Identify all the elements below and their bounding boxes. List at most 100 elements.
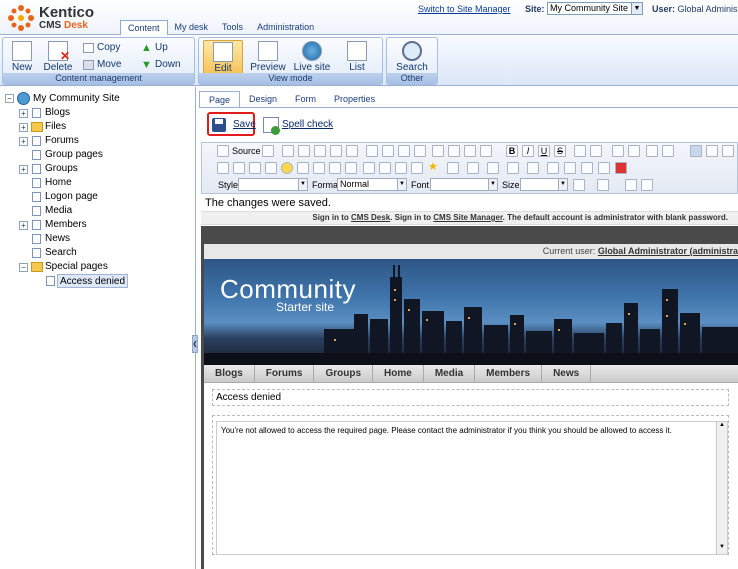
- chevron-down-icon[interactable]: ▼: [298, 179, 307, 190]
- scroll-down-icon[interactable]: ▼: [717, 544, 727, 554]
- tree-item[interactable]: Blogs: [45, 106, 70, 120]
- tree-root[interactable]: My Community Site: [33, 92, 120, 106]
- unlink-icon[interactable]: [395, 162, 407, 174]
- table-icon[interactable]: [249, 162, 261, 174]
- cms-desk-link[interactable]: CMS Desk: [351, 213, 390, 222]
- bidi-rtl-icon[interactable]: [598, 162, 610, 174]
- outdent-icon[interactable]: [646, 145, 658, 157]
- source-icon[interactable]: [217, 145, 229, 157]
- anchor-icon[interactable]: [411, 162, 423, 174]
- expand-icon[interactable]: +: [19, 165, 28, 174]
- superscript-icon[interactable]: [590, 145, 602, 157]
- undo-icon[interactable]: [398, 145, 410, 157]
- spellcheck-icon[interactable]: [382, 145, 394, 157]
- widget-icon[interactable]: [467, 162, 479, 174]
- bidi-ltr-icon[interactable]: [581, 162, 593, 174]
- show-blocks-icon[interactable]: [363, 162, 375, 174]
- style-select[interactable]: ▼: [238, 178, 308, 191]
- new-button[interactable]: New: [5, 40, 39, 74]
- paste-text-icon[interactable]: [330, 145, 342, 157]
- tree-item[interactable]: Media: [45, 204, 72, 218]
- tree-item[interactable]: Files: [45, 120, 66, 134]
- collapse-icon[interactable]: −: [5, 94, 14, 103]
- star-icon[interactable]: ★: [427, 162, 439, 174]
- select-all-icon[interactable]: [464, 145, 476, 157]
- print-icon[interactable]: [366, 145, 378, 157]
- tab-form[interactable]: Form: [286, 91, 325, 108]
- preview-doc-icon[interactable]: [262, 145, 274, 157]
- tab-administration[interactable]: Administration: [250, 20, 321, 35]
- tree-item[interactable]: Search: [45, 246, 77, 260]
- scroll-up-icon[interactable]: ▲: [717, 422, 727, 432]
- maximize-icon[interactable]: [547, 162, 559, 174]
- remove-format-icon[interactable]: [480, 145, 492, 157]
- insert-image-icon[interactable]: [217, 162, 229, 174]
- spell-check-label[interactable]: Spell check: [282, 119, 333, 130]
- format-select[interactable]: Normal ▼: [337, 178, 407, 191]
- bullet-list-icon[interactable]: [628, 145, 640, 157]
- site-manager-link[interactable]: CMS Site Manager: [433, 213, 502, 222]
- tab-my-desk[interactable]: My desk: [168, 20, 216, 35]
- link-icon[interactable]: [379, 162, 391, 174]
- special-char-icon[interactable]: [297, 162, 309, 174]
- align-right-icon[interactable]: [722, 145, 734, 157]
- source-button[interactable]: Source: [232, 146, 261, 156]
- preview-button[interactable]: Preview: [247, 40, 289, 74]
- horizontal-rule-icon[interactable]: [265, 162, 277, 174]
- redo-icon[interactable]: [414, 145, 426, 157]
- tree-item[interactable]: News: [45, 232, 70, 246]
- nav-news[interactable]: News: [542, 365, 592, 382]
- move-button[interactable]: Move: [83, 58, 121, 72]
- tree-item[interactable]: Forums: [45, 134, 79, 148]
- tree-item[interactable]: Members: [45, 218, 87, 232]
- chevron-down-icon[interactable]: ▼: [488, 179, 497, 190]
- tree-item[interactable]: Group pages: [45, 148, 103, 162]
- chevron-down-icon[interactable]: ▼: [558, 179, 567, 190]
- live-site-button[interactable]: Live site: [291, 40, 333, 74]
- text-color-icon[interactable]: [573, 179, 585, 191]
- paste-word-icon[interactable]: [346, 145, 358, 157]
- nav-blogs[interactable]: Blogs: [204, 365, 255, 382]
- expand-icon[interactable]: +: [19, 221, 28, 230]
- switch-to-site-manager-link[interactable]: Switch to Site Manager: [418, 4, 511, 14]
- edit-button[interactable]: Edit: [203, 40, 243, 74]
- tab-page[interactable]: Page: [199, 91, 241, 108]
- tree-item[interactable]: Groups: [45, 162, 78, 176]
- search-button[interactable]: Search: [393, 40, 431, 74]
- strikethrough-icon[interactable]: S: [554, 145, 566, 157]
- underline-icon[interactable]: U: [538, 145, 550, 157]
- show-blocks-icon[interactable]: [625, 179, 637, 191]
- numbered-list-icon[interactable]: [612, 145, 624, 157]
- replace-icon[interactable]: [448, 145, 460, 157]
- expand-icon[interactable]: +: [19, 137, 28, 146]
- font-select[interactable]: ▼: [430, 178, 498, 191]
- cut-icon[interactable]: [282, 145, 294, 157]
- inline-control-icon[interactable]: [487, 162, 499, 174]
- tree-item[interactable]: Special pages: [45, 260, 108, 274]
- div-container-icon[interactable]: [527, 162, 539, 174]
- iframe-icon[interactable]: [329, 162, 341, 174]
- paste-icon[interactable]: [314, 145, 326, 157]
- nav-members[interactable]: Members: [475, 365, 543, 382]
- page-break-icon[interactable]: [313, 162, 325, 174]
- flash-icon[interactable]: [345, 162, 357, 174]
- chevron-down-icon[interactable]: ▼: [397, 179, 406, 190]
- bold-icon[interactable]: B: [506, 145, 518, 157]
- current-user-link[interactable]: Global Administrator (administra: [598, 246, 738, 256]
- nav-groups[interactable]: Groups: [314, 365, 374, 382]
- scrollbar[interactable]: ▲ ▼: [716, 422, 727, 554]
- copy-icon[interactable]: [298, 145, 310, 157]
- insert-media-icon[interactable]: [233, 162, 245, 174]
- nav-home[interactable]: Home: [373, 365, 424, 382]
- tab-content[interactable]: Content: [120, 20, 168, 35]
- save-label[interactable]: Save: [233, 119, 256, 130]
- find-icon[interactable]: [432, 145, 444, 157]
- indent-icon[interactable]: [662, 145, 674, 157]
- bg-color-icon[interactable]: [597, 179, 609, 191]
- spell-check-icon[interactable]: [263, 117, 280, 135]
- tab-properties[interactable]: Properties: [325, 91, 384, 108]
- collapse-icon[interactable]: −: [19, 263, 28, 272]
- expand-icon[interactable]: +: [19, 123, 28, 132]
- nav-forums[interactable]: Forums: [255, 365, 315, 382]
- tab-design[interactable]: Design: [240, 91, 286, 108]
